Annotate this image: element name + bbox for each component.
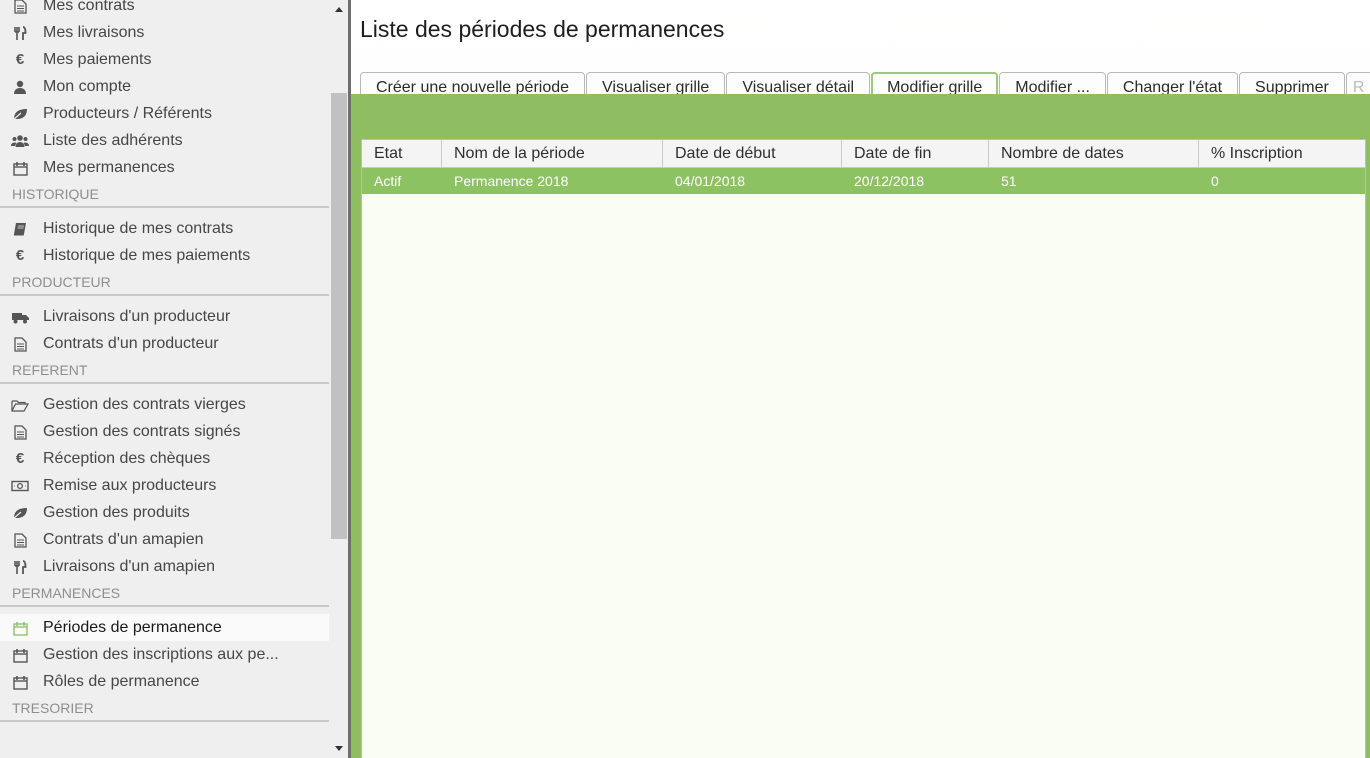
table-row[interactable]: Actif Permanence 2018 04/01/2018 20/12/2018… — [362, 168, 1365, 194]
arrow-down-icon — [335, 746, 343, 751]
sidebar: Mes contrats Mes livraisons € Mes paiements… — [0, 0, 348, 758]
cutlery-icon — [11, 19, 29, 46]
book-icon — [11, 215, 29, 242]
calendar-icon — [11, 614, 29, 641]
sidebar-item-label: Historique de mes contrats — [43, 220, 234, 237]
periods-table: Etat Nom de la période Date de début Date d… — [361, 139, 1366, 758]
table-cell: Permanence 2018 — [454, 173, 569, 189]
main-panel: Liste des périodes de permanences Créer … — [351, 0, 1370, 758]
table-cell: Actif — [374, 173, 402, 189]
scroll-up-button[interactable] — [330, 0, 348, 20]
sidebar-item-gestion-des-inscriptions-aux-pe[interactable]: Gestion des inscriptions aux pe... — [0, 641, 329, 668]
sidebar-item-gestion-des-contrats-vierges[interactable]: Gestion des contrats vierges — [0, 391, 329, 418]
sidebar-item-mes-livraisons[interactable]: Mes livraisons — [0, 19, 329, 46]
sidebar-item-label: Contrats d'un amapien — [43, 531, 204, 548]
sidebar-item-label: Périodes de permanence — [43, 619, 222, 636]
sidebar-item-label: Livraisons d'un amapien — [43, 558, 216, 575]
sidebar-item-label: Réception des chèques — [43, 450, 211, 467]
sidebar-item-label: Mes contrats — [43, 0, 135, 14]
file-text-icon — [11, 526, 29, 553]
sidebar-item-reception-des-cheques[interactable]: € Réception des chèques — [0, 445, 329, 472]
table-cell: 0 — [1211, 173, 1219, 189]
sidebar-item-mes-contrats[interactable]: Mes contrats — [0, 0, 329, 19]
sidebar-item-label: Contrats d'un producteur — [43, 335, 219, 352]
sidebar-item-mon-compte[interactable]: Mon compte — [0, 73, 329, 100]
sidebar-item-contrats-d-un-producteur[interactable]: Contrats d'un producteur — [0, 330, 329, 357]
sidebar-item-label: Mon compte — [43, 78, 132, 95]
column-header[interactable]: % Inscription — [1199, 140, 1365, 168]
cutlery-icon — [11, 553, 29, 580]
leaf-icon — [11, 499, 29, 526]
section-header-tresorier: TRESORIER — [0, 695, 329, 722]
column-header[interactable]: Date de début — [663, 140, 842, 168]
sidebar-menu: Mes contrats Mes livraisons € Mes paiements… — [0, 0, 329, 729]
sidebar-item-periodes-de-permanence[interactable]: Périodes de permanence — [0, 614, 329, 641]
money-icon — [11, 472, 29, 499]
calendar-icon — [11, 154, 29, 181]
column-header[interactable]: Nom de la période — [442, 140, 663, 168]
sidebar-item-label: Historique de mes paiements — [43, 247, 251, 264]
euro-icon: € — [15, 247, 25, 264]
sidebar-item-historique-de-mes-contrats[interactable]: Historique de mes contrats — [0, 215, 329, 242]
sidebar-item-label: Rôles de permanence — [43, 673, 200, 690]
users-icon — [11, 127, 29, 154]
sidebar-item-producteurs-referents[interactable]: Producteurs / Référents — [0, 100, 329, 127]
truck-icon — [11, 303, 29, 330]
sidebar-item-mes-permanences[interactable]: Mes permanences — [0, 154, 329, 181]
sidebar-item-livraisons-d-un-amapien[interactable]: Livraisons d'un amapien — [0, 553, 329, 580]
sidebar-item-gestion-des-contrats-signes[interactable]: Gestion des contrats signés — [0, 418, 329, 445]
section-header-producteur: PRODUCTEUR — [0, 269, 329, 296]
file-text-icon — [11, 418, 29, 445]
euro-icon: € — [15, 450, 25, 467]
sidebar-item-label: Liste des adhérents — [43, 132, 183, 149]
table-cell: 51 — [1001, 173, 1017, 189]
sidebar-item-label: Remise aux producteurs — [43, 477, 217, 494]
sidebar-item-livraisons-d-un-producteur[interactable]: Livraisons d'un producteur — [0, 303, 329, 330]
sidebar-item-label: Gestion des contrats vierges — [43, 396, 246, 413]
sidebar-item-label: Gestion des inscriptions aux pe... — [43, 646, 279, 663]
column-header[interactable]: Etat — [362, 140, 442, 168]
sidebar-item-liste-des-adherents[interactable]: Liste des adhérents — [0, 127, 329, 154]
section-header-referent: REFERENT — [0, 357, 329, 384]
sidebar-item-gestion-des-produits[interactable]: Gestion des produits — [0, 499, 329, 526]
user-icon — [11, 73, 29, 100]
table-cell: 20/12/2018 — [854, 173, 925, 189]
sidebar-item-label: Livraisons d'un producteur — [43, 308, 231, 325]
leaf-icon — [11, 100, 29, 127]
sidebar-item-label: Producteurs / Référents — [43, 105, 212, 122]
column-header[interactable]: Nombre de dates — [989, 140, 1199, 168]
calendar-icon — [11, 641, 29, 668]
sidebar-item-label: Gestion des produits — [43, 504, 190, 521]
sidebar-item-historique-de-mes-paiements[interactable]: € Historique de mes paiements — [0, 242, 329, 269]
sidebar-scrollbar[interactable] — [330, 0, 348, 758]
calendar-icon — [11, 668, 29, 695]
arrow-up-icon — [335, 7, 343, 12]
sidebar-item-label: Mes permanences — [43, 159, 175, 176]
sidebar-item-roles-de-permanence[interactable]: Rôles de permanence — [0, 668, 329, 695]
sidebar-item-label: Gestion des contrats signés — [43, 423, 241, 440]
section-header-permanences: PERMANENCES — [0, 580, 329, 607]
folder-open-icon — [11, 391, 30, 418]
table-body: Actif Permanence 2018 04/01/2018 20/12/2018… — [362, 168, 1365, 194]
euro-icon: € — [15, 51, 25, 68]
scrollbar-thumb[interactable] — [331, 93, 347, 539]
page-title: Liste des périodes de permanences — [360, 16, 725, 42]
table-header: Etat Nom de la période Date de début Date d… — [362, 140, 1365, 168]
sidebar-item-label: Mes livraisons — [43, 24, 145, 41]
file-text-icon — [11, 0, 29, 19]
scroll-down-button[interactable] — [330, 738, 348, 758]
column-header[interactable]: Date de fin — [842, 140, 989, 168]
sidebar-item-contrats-d-un-amapien[interactable]: Contrats d'un amapien — [0, 526, 329, 553]
file-text-icon — [11, 330, 29, 357]
section-header-historique: HISTORIQUE — [0, 181, 329, 208]
sidebar-item-label: Mes paiements — [43, 51, 152, 68]
sidebar-item-mes-paiements[interactable]: € Mes paiements — [0, 46, 329, 73]
sidebar-item-remise-aux-producteurs[interactable]: Remise aux producteurs — [0, 472, 329, 499]
table-cell: 04/01/2018 — [675, 173, 746, 189]
